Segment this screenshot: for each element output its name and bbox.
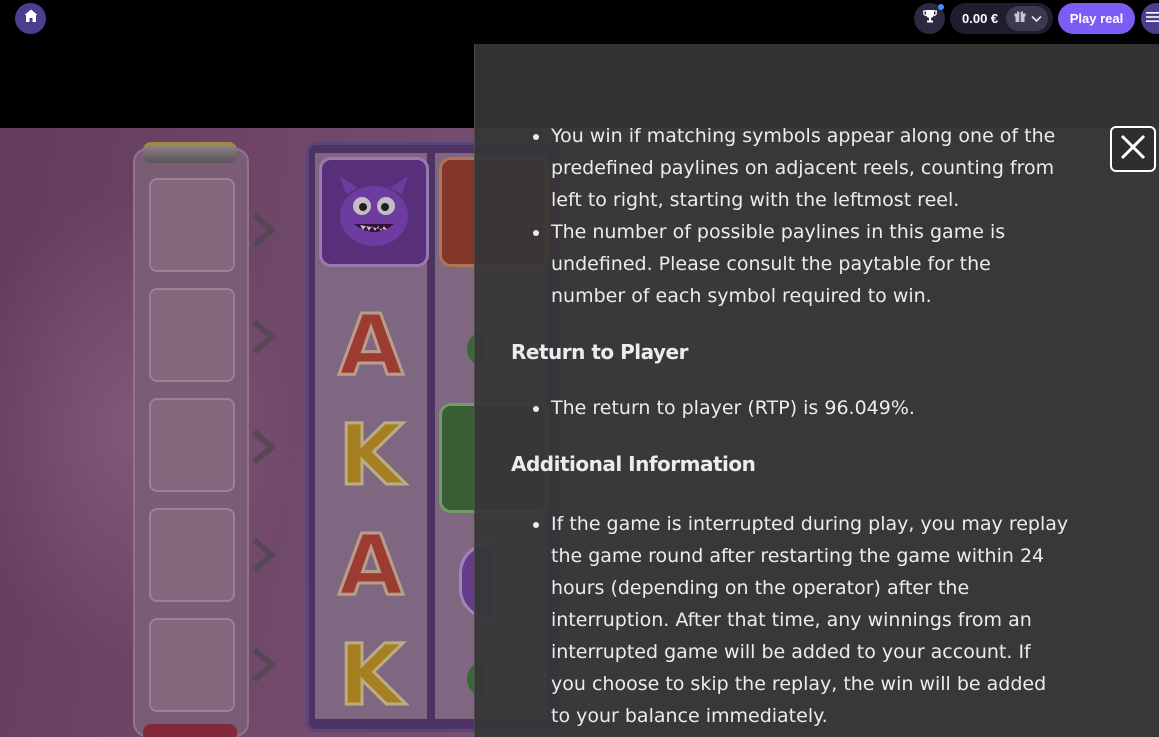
list-item: You win if matching symbols appear along…	[551, 120, 1071, 216]
paylines-list: You win if matching symbols appear along…	[511, 120, 1071, 312]
balance-pill[interactable]: 0.00 €	[950, 3, 1053, 34]
chevron-down-icon	[1031, 10, 1042, 28]
list-item: The return to player (RTP) is 96.049%.	[551, 392, 1071, 424]
menu-icon	[1146, 10, 1159, 28]
additional-info-list: If the game is interrupted during play, …	[511, 508, 1071, 732]
gift-icon	[1013, 9, 1027, 28]
additional-info-heading: Additional Information	[511, 452, 756, 476]
list-item: If the game is interrupted during play, …	[551, 508, 1071, 732]
trophy-icon	[922, 8, 938, 29]
close-icon	[1119, 133, 1147, 166]
home-icon	[23, 8, 39, 29]
menu-button[interactable]	[1141, 3, 1159, 34]
close-button[interactable]	[1110, 126, 1156, 172]
home-button[interactable]	[15, 3, 46, 34]
play-real-button[interactable]: Play real	[1058, 3, 1135, 34]
game-info-panel[interactable]: You win if matching symbols appear along…	[474, 44, 1159, 737]
list-item: The number of possible paylines in this …	[551, 216, 1071, 312]
notification-dot	[938, 4, 944, 10]
balance-amount: 0.00 €	[962, 11, 999, 26]
info-panel-content: You win if matching symbols appear along…	[511, 120, 1071, 732]
bonus-dropdown[interactable]	[1006, 6, 1049, 31]
trophy-button[interactable]	[914, 3, 945, 34]
rtp-list: The return to player (RTP) is 96.049%.	[511, 392, 1071, 424]
rtp-heading: Return to Player	[511, 340, 688, 364]
top-bar: 0.00 € Play real	[0, 0, 1159, 36]
